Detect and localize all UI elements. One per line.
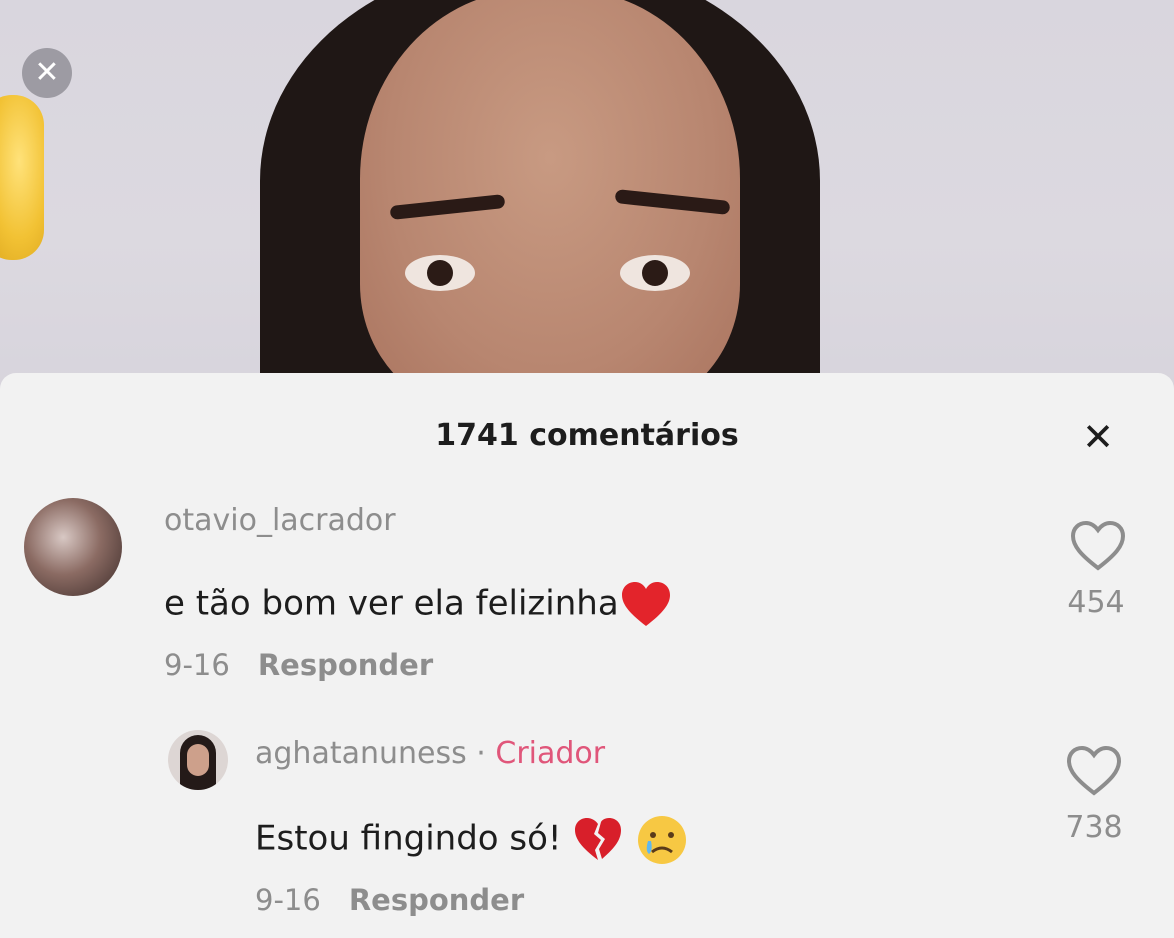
close-icon[interactable]: ✕ [22,48,72,98]
comments-panel: 1741 comentários ✕ otavio_lacrador e tão… [0,373,1174,938]
like-heart-icon[interactable] [1064,741,1124,801]
right-eye [620,255,690,291]
close-comments-button[interactable]: ✕ [1076,415,1120,459]
comment-body: Estou fingindo só! [255,818,562,859]
comments-count-title: 1741 comentários [435,418,739,453]
avatar[interactable] [24,498,122,596]
comment-meta: 9-16 Responder [255,883,524,917]
comment-username[interactable]: aghatanuness [255,736,467,771]
comment-meta: 9-16 Responder [164,648,433,682]
reply-username-line: aghatanuness · Criador [255,736,605,771]
reply-button[interactable]: Responder [258,648,433,682]
red-heart-emoji [621,582,670,626]
like-count: 738 [1065,810,1123,845]
like-count: 454 [1067,585,1125,620]
gold-coin-decoration [0,95,44,260]
comment-text: e tão bom ver ela felizinha [164,578,673,632]
comment-username[interactable]: otavio_lacrador [164,503,396,538]
crying-face-emoji [638,816,687,864]
video-background[interactable]: ✕ [0,0,1174,400]
avatar[interactable] [168,730,228,790]
separator-dot: · [476,736,486,771]
comment-body: e tão bom ver ela felizinha [164,583,619,624]
comment-date: 9-16 [164,648,230,682]
like-heart-icon[interactable] [1068,516,1128,576]
broken-heart-emoji [575,818,622,860]
comment-date: 9-16 [255,883,321,917]
creator-badge: Criador [495,736,606,771]
comment-text: Estou fingindo só! [255,813,689,867]
left-eye [405,255,475,291]
reply-button[interactable]: Responder [349,883,524,917]
